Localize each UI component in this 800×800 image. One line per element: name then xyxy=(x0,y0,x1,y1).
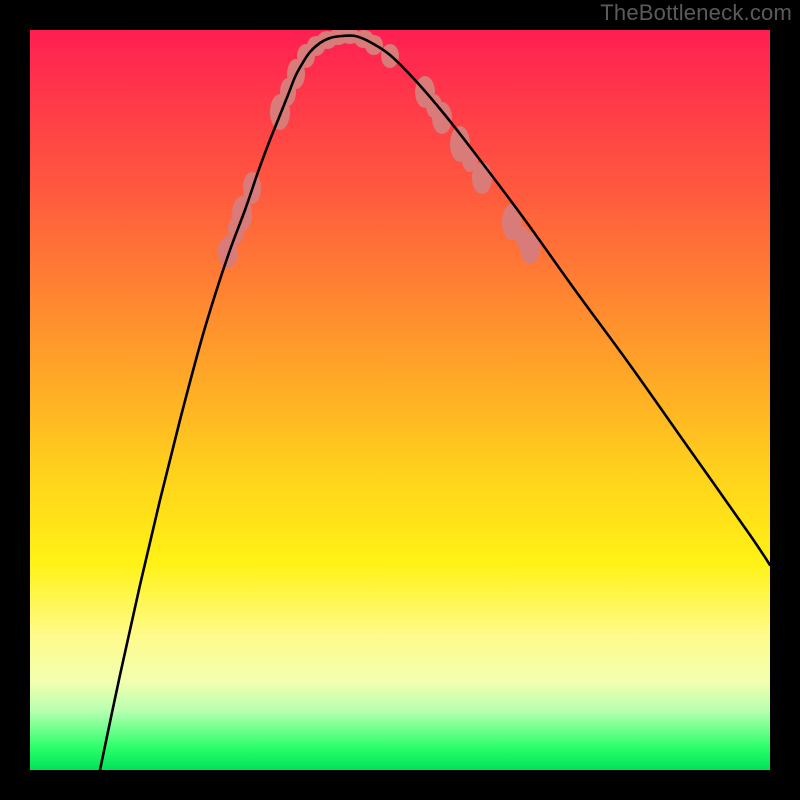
watermark-text: TheBottleneck.com xyxy=(600,0,792,26)
highlight-dot xyxy=(472,162,492,194)
bottleneck-curve xyxy=(100,35,770,770)
chart-svg xyxy=(30,30,770,770)
outer-frame: TheBottleneck.com xyxy=(0,0,800,800)
plot-area xyxy=(30,30,770,770)
